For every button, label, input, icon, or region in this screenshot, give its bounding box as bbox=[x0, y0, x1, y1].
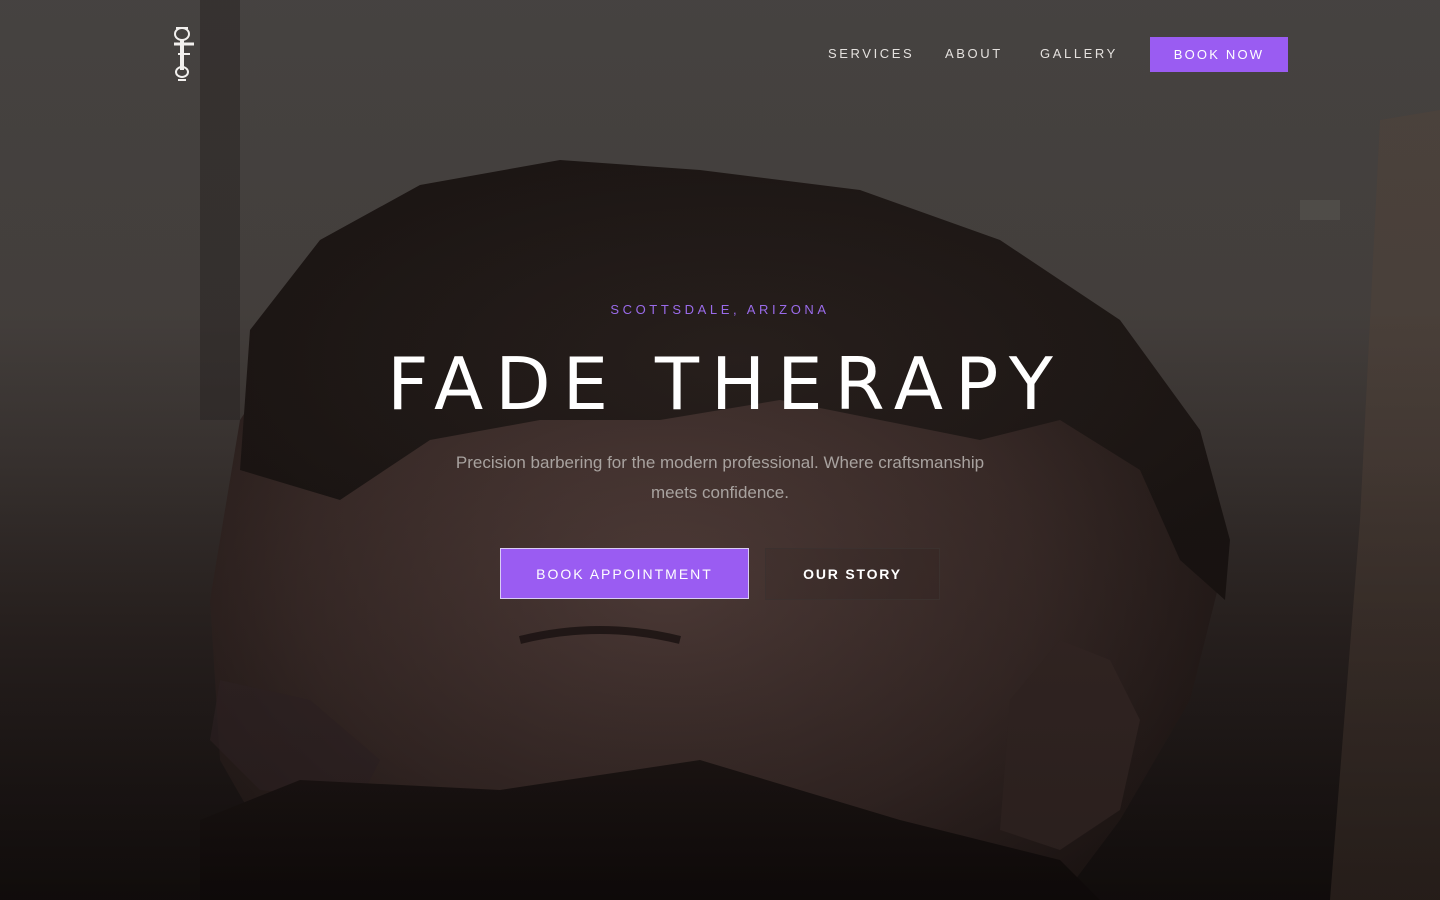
nav-link-about[interactable]: ABOUT bbox=[945, 46, 1003, 62]
brand-logo[interactable] bbox=[164, 24, 202, 84]
hero-location: SCOTTSDALE, ARIZONA bbox=[610, 302, 830, 317]
nav-link-services[interactable]: SERVICES bbox=[828, 46, 914, 62]
nav-link-gallery[interactable]: GALLERY bbox=[1040, 46, 1118, 62]
hero-title: FADE THERAPY bbox=[387, 342, 1065, 426]
hero-subtitle: Precision barbering for the modern profe… bbox=[455, 453, 985, 502]
hero-section: SERVICES ABOUT GALLERY BOOK NOW SCOTTSDA… bbox=[0, 0, 1440, 900]
monogram-f-logo-icon bbox=[174, 27, 194, 81]
book-now-button[interactable]: BOOK NOW bbox=[1150, 37, 1288, 72]
our-story-button[interactable]: OUR STORY bbox=[765, 548, 940, 600]
book-appointment-button[interactable]: BOOK APPOINTMENT bbox=[500, 548, 749, 599]
